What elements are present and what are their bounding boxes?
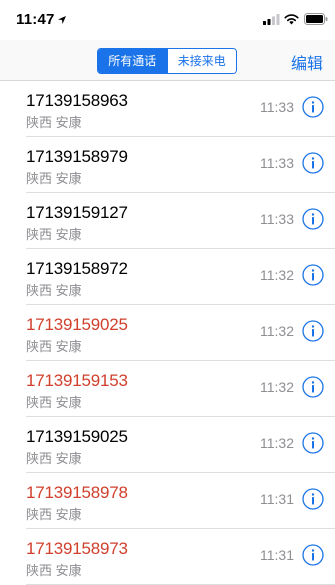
- cellular-signal-icon: [263, 14, 280, 25]
- call-number: 17139159153: [26, 371, 128, 390]
- call-row[interactable]: 17139159025 陕西 安康 11:32: [26, 417, 335, 473]
- call-number: 17139159127: [26, 203, 128, 222]
- call-row[interactable]: 17139158972 陕西 安康 11:32: [26, 249, 335, 305]
- info-icon[interactable]: [302, 432, 324, 454]
- call-location: 陕西 安康: [26, 283, 82, 298]
- call-location: 陕西 安康: [26, 507, 82, 522]
- call-time: 11:31: [260, 547, 294, 563]
- call-time: 11:32: [260, 379, 294, 395]
- call-location: 陕西 安康: [26, 171, 82, 186]
- call-time: 11:32: [260, 267, 294, 283]
- call-row[interactable]: 17139159025 陕西 安康 11:32: [26, 305, 335, 361]
- info-icon[interactable]: [302, 488, 324, 510]
- status-bar: 11:47: [0, 0, 335, 40]
- call-number: 17139158963: [26, 91, 128, 110]
- call-number: 17139158973: [26, 539, 128, 558]
- call-row[interactable]: 17139159127 陕西 安康 11:33: [26, 193, 335, 249]
- call-row[interactable]: 17139159153 陕西 安康 11:32: [26, 361, 335, 417]
- call-number: 17139159025: [26, 427, 128, 446]
- call-list: 17139158963 陕西 安康 11:33 17139158979 陕西 安康 11:…: [0, 81, 335, 585]
- call-location: 陕西 安康: [26, 227, 82, 242]
- segment-missed-calls[interactable]: 未接来电: [166, 49, 236, 73]
- call-filter-segmented-control: 所有通话 未接来电: [97, 48, 237, 74]
- call-location: 陕西 安康: [26, 395, 82, 410]
- call-time: 11:31: [260, 491, 294, 507]
- call-time: 11:32: [260, 435, 294, 451]
- call-number: 17139158979: [26, 147, 128, 166]
- info-icon[interactable]: [302, 376, 324, 398]
- call-row[interactable]: 17139158973 陕西 安康 11:31: [26, 529, 335, 585]
- battery-icon: [304, 13, 328, 25]
- edit-button[interactable]: 编辑: [291, 50, 323, 74]
- call-number: 17139159025: [26, 315, 128, 334]
- info-icon[interactable]: [302, 320, 324, 342]
- segment-all-calls[interactable]: 所有通话: [98, 49, 167, 73]
- call-row[interactable]: 17139158979 陕西 安康 11:33: [26, 137, 335, 193]
- info-icon[interactable]: [302, 264, 324, 286]
- info-icon[interactable]: [302, 544, 324, 566]
- call-location: 陕西 安康: [26, 115, 82, 130]
- call-number: 17139158972: [26, 259, 128, 278]
- info-icon[interactable]: [302, 96, 324, 118]
- call-time: 11:32: [260, 323, 294, 339]
- call-location: 陕西 安康: [26, 339, 82, 354]
- call-row[interactable]: 17139158978 陕西 安康 11:31: [26, 473, 335, 529]
- nav-bar: 所有通话 未接来电 编辑: [0, 40, 335, 81]
- call-time: 11:33: [260, 155, 294, 171]
- info-icon[interactable]: [302, 152, 324, 174]
- call-location: 陕西 安康: [26, 451, 82, 466]
- info-icon[interactable]: [302, 208, 324, 230]
- call-location: 陕西 安康: [26, 563, 82, 578]
- call-time: 11:33: [260, 211, 294, 227]
- location-arrow-icon: [58, 16, 66, 24]
- wifi-icon: [284, 14, 299, 25]
- call-time: 11:33: [260, 99, 294, 115]
- call-row[interactable]: 17139158963 陕西 安康 11:33: [26, 81, 335, 137]
- status-time: 11:47: [16, 11, 55, 28]
- call-number: 17139158978: [26, 483, 128, 502]
